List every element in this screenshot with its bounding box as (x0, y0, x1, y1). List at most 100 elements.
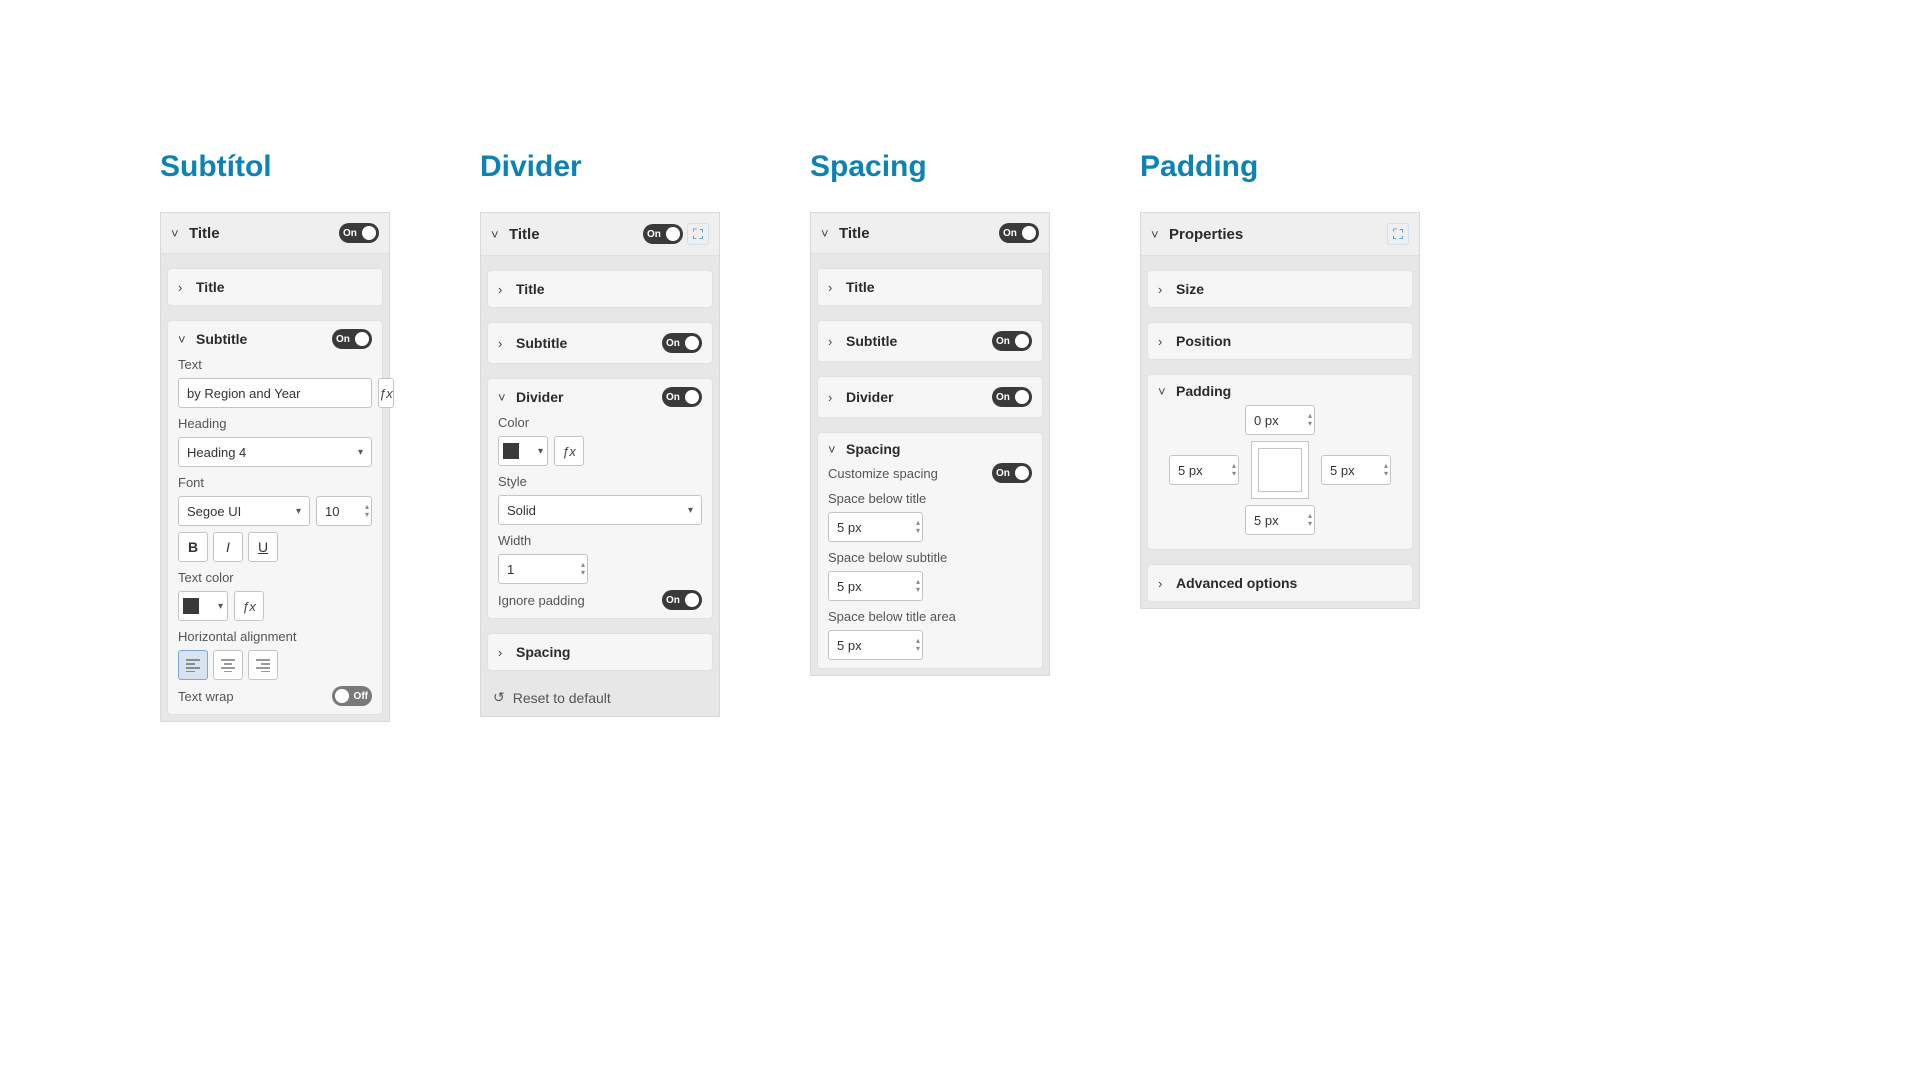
section-title-header[interactable]: ˅ Title On ⛶ (481, 213, 719, 256)
heading-select[interactable]: Heading 4 ▾ (178, 437, 372, 467)
column-spacing: Spacing ˅ Title On › Title › Subtitle (810, 150, 1050, 676)
font-label: Font (178, 475, 372, 490)
align-left-icon (185, 658, 201, 672)
spinner-icon: ▴▾ (916, 637, 920, 653)
divider-subsection[interactable]: › Divider On (817, 376, 1043, 418)
column-subtitol: Subtítol ˅ Title On › Title ˅ (160, 150, 390, 722)
spinner-icon: ▴▾ (1308, 412, 1312, 428)
spinner-icon: ▴▾ (581, 561, 585, 577)
chevron-down-icon: ˅ (1151, 227, 1163, 242)
caret-down-icon: ▾ (296, 506, 301, 517)
section-title-label: Title (189, 225, 220, 242)
padding-bottom-input[interactable]: 5 px ▴▾ (1245, 505, 1315, 535)
divider-toggle[interactable]: On (662, 387, 702, 407)
bold-icon: B (188, 539, 198, 555)
align-right-button[interactable] (248, 650, 278, 680)
spinner-icon: ▴▾ (365, 503, 369, 519)
spacing-subsection[interactable]: › Spacing (487, 633, 713, 671)
subtitle-subsection[interactable]: › Subtitle On (817, 320, 1043, 362)
chevron-right-icon: › (1158, 576, 1170, 591)
subtitle-toggle[interactable]: On (662, 333, 702, 353)
subtitle-subsection: ˅ Subtitle On Text ƒx Heading Heading 4 … (167, 320, 383, 715)
spacing-header[interactable]: ˅ Spacing (828, 441, 1032, 457)
underline-icon: U (258, 539, 268, 555)
subtitle-toggle[interactable]: On (332, 329, 372, 349)
width-input[interactable]: 1 ▴▾ (498, 554, 588, 584)
ignore-padding-toggle[interactable]: On (662, 590, 702, 610)
chevron-right-icon: › (828, 280, 840, 295)
column-divider: Divider ˅ Title On ⛶ › Title (480, 150, 720, 717)
heading-divider: Divider (480, 150, 720, 184)
divider-toggle[interactable]: On (992, 387, 1032, 407)
position-subsection[interactable]: › Position (1147, 322, 1413, 360)
title-subsection[interactable]: › Title (817, 268, 1043, 306)
font-size-input[interactable]: 10 ▴▾ (316, 496, 372, 526)
text-wrap-toggle[interactable]: Off (332, 686, 372, 706)
title-toggle[interactable]: On (339, 223, 379, 243)
divider-header[interactable]: ˅ Divider On (498, 387, 702, 407)
spinner-icon: ▴▾ (1384, 462, 1388, 478)
heading-subtitol: Subtítol (160, 150, 390, 184)
title-toggle[interactable]: On (643, 224, 683, 244)
chevron-down-icon: ˅ (828, 442, 840, 457)
panel-subtitol: ˅ Title On › Title ˅ Subtitle On (160, 212, 390, 722)
italic-button[interactable]: I (213, 532, 243, 562)
size-subsection[interactable]: › Size (1147, 270, 1413, 308)
fx-button[interactable]: ƒx (378, 378, 394, 408)
panel-divider: ˅ Title On ⛶ › Title › Subtitle (480, 212, 720, 717)
divider-color-picker[interactable]: ▾ (498, 436, 548, 466)
fx-button[interactable]: ƒx (554, 436, 584, 466)
section-title-header[interactable]: ˅ Title On (161, 213, 389, 254)
panel-spacing: ˅ Title On › Title › Subtitle On (810, 212, 1050, 676)
advanced-options-subsection[interactable]: › Advanced options (1147, 564, 1413, 602)
subtitle-text-input[interactable] (178, 378, 372, 408)
underline-button[interactable]: U (248, 532, 278, 562)
padding-top-input[interactable]: 0 px ▴▾ (1245, 405, 1315, 435)
italic-icon: I (226, 539, 230, 555)
spinner-icon: ▴▾ (1308, 512, 1312, 528)
caret-down-icon: ▾ (538, 446, 543, 457)
below-subtitle-input[interactable]: 5 px ▴▾ (828, 571, 923, 601)
fx-icon: ƒx (379, 386, 393, 401)
subtitle-header[interactable]: ˅ Subtitle On (178, 329, 372, 349)
font-select[interactable]: Segoe UI ▾ (178, 496, 310, 526)
style-select[interactable]: Solid ▾ (498, 495, 702, 525)
align-center-button[interactable] (213, 650, 243, 680)
fx-button[interactable]: ƒx (234, 591, 264, 621)
fx-icon: ƒx (562, 444, 576, 459)
chevron-right-icon: › (498, 336, 510, 351)
below-subtitle-label: Space below subtitle (828, 550, 1032, 565)
reset-to-default[interactable]: ↺ Reset to default (481, 679, 719, 716)
subtitle-subsection[interactable]: › Subtitle On (487, 322, 713, 364)
heading-spacing: Spacing (810, 150, 1050, 184)
capture-icon[interactable]: ⛶ (687, 223, 709, 245)
title-subsection[interactable]: › Title (487, 270, 713, 308)
padding-header[interactable]: ˅ Padding (1158, 383, 1402, 399)
alignment-label: Horizontal alignment (178, 629, 372, 644)
align-right-icon (255, 658, 271, 672)
customize-spacing-toggle[interactable]: On (992, 463, 1032, 483)
color-label: Color (498, 415, 702, 430)
padding-right-input[interactable]: 5 px ▴▾ (1321, 455, 1391, 485)
chevron-down-icon: ˅ (171, 226, 183, 241)
chevron-down-icon: ˅ (821, 226, 833, 241)
bold-button[interactable]: B (178, 532, 208, 562)
chevron-right-icon: › (828, 390, 840, 405)
capture-icon[interactable]: ⛶ (1387, 223, 1409, 245)
title-subsection[interactable]: › Title (167, 268, 383, 306)
text-label: Text (178, 357, 372, 372)
section-properties-header[interactable]: ˅ Properties ⛶ (1141, 213, 1419, 256)
section-title-header[interactable]: ˅ Title On (811, 213, 1049, 254)
chevron-right-icon: › (1158, 334, 1170, 349)
title-toggle[interactable]: On (999, 223, 1039, 243)
heading-padding: Padding (1140, 150, 1420, 184)
subtitle-toggle[interactable]: On (992, 331, 1032, 351)
below-title-input[interactable]: 5 px ▴▾ (828, 512, 923, 542)
align-left-button[interactable] (178, 650, 208, 680)
text-color-picker[interactable]: ▾ (178, 591, 228, 621)
caret-down-icon: ▾ (218, 601, 223, 612)
chevron-down-icon: ˅ (491, 227, 503, 242)
padding-left-input[interactable]: 5 px ▴▾ (1169, 455, 1239, 485)
below-area-input[interactable]: 5 px ▴▾ (828, 630, 923, 660)
customize-spacing-label: Customize spacing (828, 466, 938, 481)
